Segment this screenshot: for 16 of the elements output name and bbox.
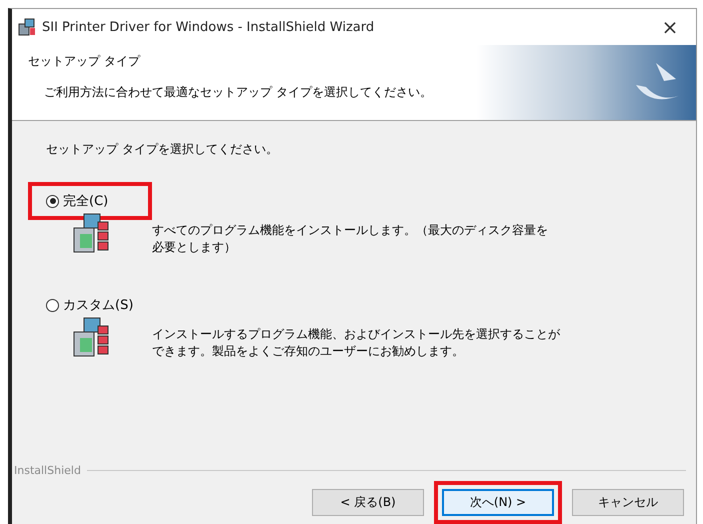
option-description: すべてのプログラム機能をインストールします。（最大のディスク容量を (152, 222, 548, 239)
setup-type-radio[interactable]: 完全(C) (46, 192, 108, 210)
installer-icon (18, 18, 36, 36)
header-title: セットアップ タイプ (28, 53, 142, 70)
window-title: SII Printer Driver for Windows - InstallShield Wizard (42, 20, 376, 34)
option-description: インストールするプログラム機能、およびインストール先を選択することが (152, 326, 560, 343)
setup-type-radio[interactable]: カスタム(S) (46, 296, 134, 314)
option-description: できます。製品をよくご存知のユーザーにお勧めします。 (152, 343, 465, 360)
close-button[interactable]: × (650, 12, 690, 42)
wizard-button[interactable]: キャンセル (572, 489, 684, 516)
prompt-text: セットアップ タイプを選択してください。 (46, 141, 279, 158)
option-description: 必要とします） (152, 239, 237, 256)
wizard-button[interactable]: 次へ(N) > (442, 489, 554, 516)
wizard-button[interactable]: < 戻る(B) (312, 489, 424, 516)
header-subtitle: ご利用方法に合わせて最適なセットアップ タイプを選択してください。 (43, 84, 433, 101)
brand-label: InstallShield (14, 464, 81, 477)
